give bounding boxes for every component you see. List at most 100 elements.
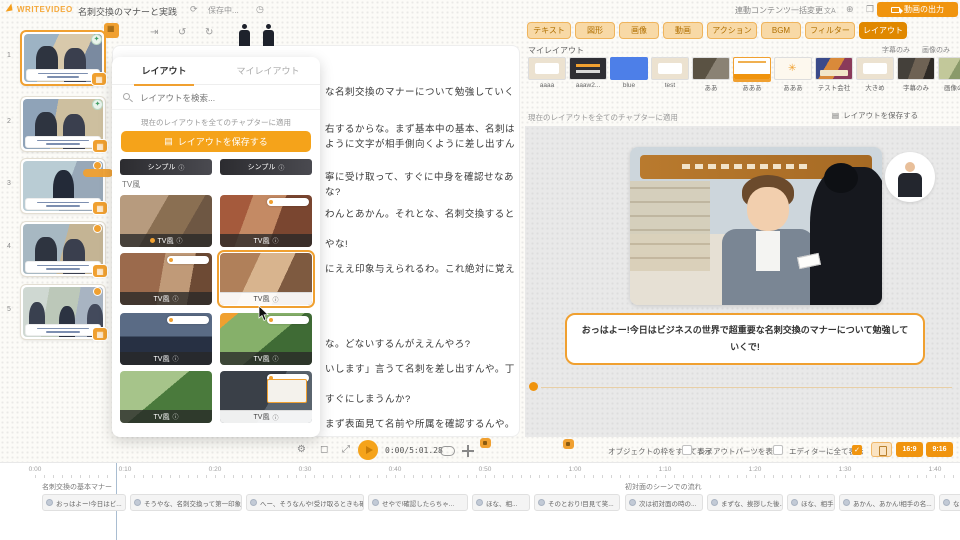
saved-layout-item[interactable]: 大きめ [856, 57, 894, 92]
tab-bgm[interactable]: BGM [761, 22, 801, 39]
subtitle-box[interactable]: おっはよー!今日はビジネスの世界で超重要な名刺交換のマナーについて勉強していくで… [565, 313, 925, 365]
chapter-title-1[interactable]: 名刺交換の基本マナー [42, 482, 112, 492]
saved-layout-item[interactable]: aaaw2... [569, 57, 607, 89]
layout-search-input[interactable] [140, 89, 300, 107]
timeline-segment[interactable]: そのとおり!目見て笑... [534, 494, 620, 511]
timeline-segment[interactable]: せやで!確認したらちゃ... [368, 494, 468, 511]
timeline-segment[interactable]: あかん、あかん!相手の名... [839, 494, 935, 511]
layout-template-simple-1[interactable]: シンプルⓘ [120, 159, 212, 175]
filter-subtitle-only[interactable]: 字幕のみ [882, 45, 910, 55]
scene-card-3[interactable]: 3 ▦ [20, 158, 106, 214]
layout-template-tv-4-selected[interactable]: TV風ⓘ [220, 253, 312, 305]
redo-icon[interactable]: ↻ [205, 27, 213, 38]
script-line[interactable]: 右するからな。まず基本中の基本、名刺は [325, 121, 515, 135]
character-1-icon[interactable] [238, 24, 251, 46]
scene-layout-button[interactable]: ▦ [91, 72, 107, 86]
scene-card-4[interactable]: 4 ▦ [20, 221, 106, 277]
media-preview-icon[interactable] [440, 446, 455, 456]
tab-text[interactable]: テキスト [527, 22, 571, 39]
timeline-segment[interactable]: そうやな、名刺交換って第一印象め... [130, 494, 242, 511]
preview-progress-dot[interactable] [529, 382, 538, 391]
apply-all-chapters-link[interactable]: 現在のレイアウトを全てのチャプターに適用 [112, 117, 320, 128]
saved-layout-item[interactable]: test [651, 57, 689, 89]
save-layout-link-right[interactable]: ▤ レイアウトを保存する [832, 110, 918, 121]
undo-icon[interactable]: ↺ [178, 27, 186, 38]
script-line[interactable]: まず表面見て名前や所属を確認するんや。 [325, 416, 515, 430]
script-line[interactable]: な名刺交換のマナーについて勉強していく [325, 84, 514, 98]
toggle-editor-all-checkbox-checked[interactable]: ✓ [852, 445, 862, 455]
saved-layout-item[interactable]: 字幕のみ [897, 57, 935, 92]
timeline-segment[interactable]: 次は初対面の時の... [625, 494, 703, 511]
layout-template-tv-8[interactable]: TV風ⓘ [220, 371, 312, 423]
tab-my-layout[interactable]: マイレイアウト [216, 57, 320, 84]
editor-resize-handle[interactable] [480, 438, 491, 448]
layout-template-simple-2[interactable]: シンプルⓘ [220, 159, 312, 175]
skip-icon[interactable]: ⇥ [150, 27, 158, 38]
script-line[interactable]: やな! [325, 236, 348, 250]
translate-icon[interactable]: 文A [824, 6, 836, 16]
saved-layout-item-selected[interactable]: あああ [733, 57, 771, 92]
scene-card-2[interactable]: 2 ✦ ▦ [20, 96, 106, 152]
timeline-segment[interactable]: なる... [939, 494, 960, 511]
layout-template-tv-5[interactable]: TV風ⓘ [120, 313, 212, 365]
tab-video[interactable]: 動画 [663, 22, 703, 39]
apply-all-chapters-link-right[interactable]: 現在のレイアウトを全てのチャプターに適用 [528, 112, 678, 123]
refresh-icon[interactable]: ⟳ [190, 4, 198, 15]
stop-icon[interactable]: ◻ [320, 444, 328, 455]
script-line[interactable]: すぐにしまうんか? [325, 391, 411, 405]
fullscreen-icon[interactable]: ⤢ [342, 444, 350, 455]
timeline-segment[interactable]: おっはよー!今日はビ... [42, 494, 126, 511]
tab-action[interactable]: アクション [707, 22, 757, 39]
export-video-button[interactable]: 動画の出力 [877, 2, 958, 17]
script-line[interactable]: いします」言うて名刺を差し出すんや。丁 [325, 361, 515, 375]
toggle-object-frames-checkbox[interactable] [682, 445, 692, 455]
tab-layout-active[interactable]: レイアウト [859, 22, 907, 39]
script-line[interactable]: わんとあかん。それとな、名刺交換すると [325, 206, 515, 220]
regenerate-icon[interactable]: ✦ [92, 99, 103, 110]
ratio-16-9-button[interactable]: 16:9 [896, 442, 923, 457]
layout-template-tv-2[interactable]: TV風ⓘ [220, 195, 312, 247]
globe-icon[interactable]: ⊕ [846, 4, 854, 15]
saved-layout-item[interactable]: aaaa [528, 57, 566, 89]
timeline-segment[interactable]: へー、そうなんや!受け取るときも確... [246, 494, 364, 511]
save-layout-button[interactable]: ▤ レイアウトを保存する [121, 131, 311, 152]
ratio-9-16-button[interactable]: 9:16 [926, 442, 953, 457]
saved-layout-item[interactable]: blue [610, 57, 648, 89]
preview-progress-line[interactable] [541, 387, 952, 388]
scene-card-1[interactable]: 1 ✦ ▦ [20, 30, 106, 86]
layout-template-tv-1[interactable]: TV風ⓘ [120, 195, 212, 247]
layout-popup-anchor-button[interactable] [104, 23, 119, 38]
saved-layout-item[interactable]: テスト会社 [815, 57, 853, 92]
tab-shapes[interactable]: 図形 [575, 22, 615, 39]
bulk-content-edit-label[interactable]: 連動コンテンツ一括変更 [735, 5, 823, 16]
settings-gear-icon[interactable]: ⚙ [297, 444, 306, 455]
regenerate-icon[interactable]: ✦ [91, 34, 102, 45]
history-clock-icon[interactable]: ◷ [256, 4, 264, 15]
scene-layout-button[interactable]: ▦ [92, 139, 108, 153]
filter-image-only[interactable]: 画像のみ [922, 45, 950, 55]
video-frame[interactable] [630, 147, 882, 305]
layout-template-tv-3[interactable]: TV風ⓘ [120, 253, 212, 305]
scene-layout-button[interactable]: ▦ [92, 327, 108, 341]
timeline-segment[interactable]: まずな、挨拶した後... [707, 494, 783, 511]
script-line[interactable]: な? [325, 184, 341, 198]
speaker-avatar[interactable] [885, 152, 935, 202]
play-button[interactable] [358, 440, 378, 460]
script-line[interactable]: にええ印象与えられるわ。これ絶対に覚え [325, 261, 515, 275]
saved-layout-item[interactable]: 画像のみ [938, 57, 960, 92]
character-2-icon[interactable] [262, 24, 275, 46]
scene-card-5[interactable]: 5 ▦ [20, 284, 106, 340]
saved-layout-item[interactable]: あああ [774, 57, 812, 92]
script-line[interactable]: な。どないするんがええんやろ? [325, 336, 471, 350]
book-icon[interactable]: ❐ [866, 4, 874, 15]
timeline-segment[interactable]: ほな、相手... [787, 494, 835, 511]
scene-layout-button[interactable]: ▦ [92, 201, 108, 215]
script-line[interactable]: ように文字が相手側向くように差し出すん [325, 136, 515, 150]
preview-resize-handle[interactable] [563, 439, 574, 449]
scene-layout-button[interactable]: ▦ [92, 264, 108, 278]
chapter-title-2[interactable]: 初対面のシーンでの流れ [625, 482, 702, 492]
tab-filter[interactable]: フィルター [805, 22, 855, 39]
tab-layout[interactable]: レイアウト [112, 57, 216, 84]
layout-template-tv-7[interactable]: TV風ⓘ [120, 371, 212, 423]
device-preview-button[interactable] [871, 442, 892, 457]
